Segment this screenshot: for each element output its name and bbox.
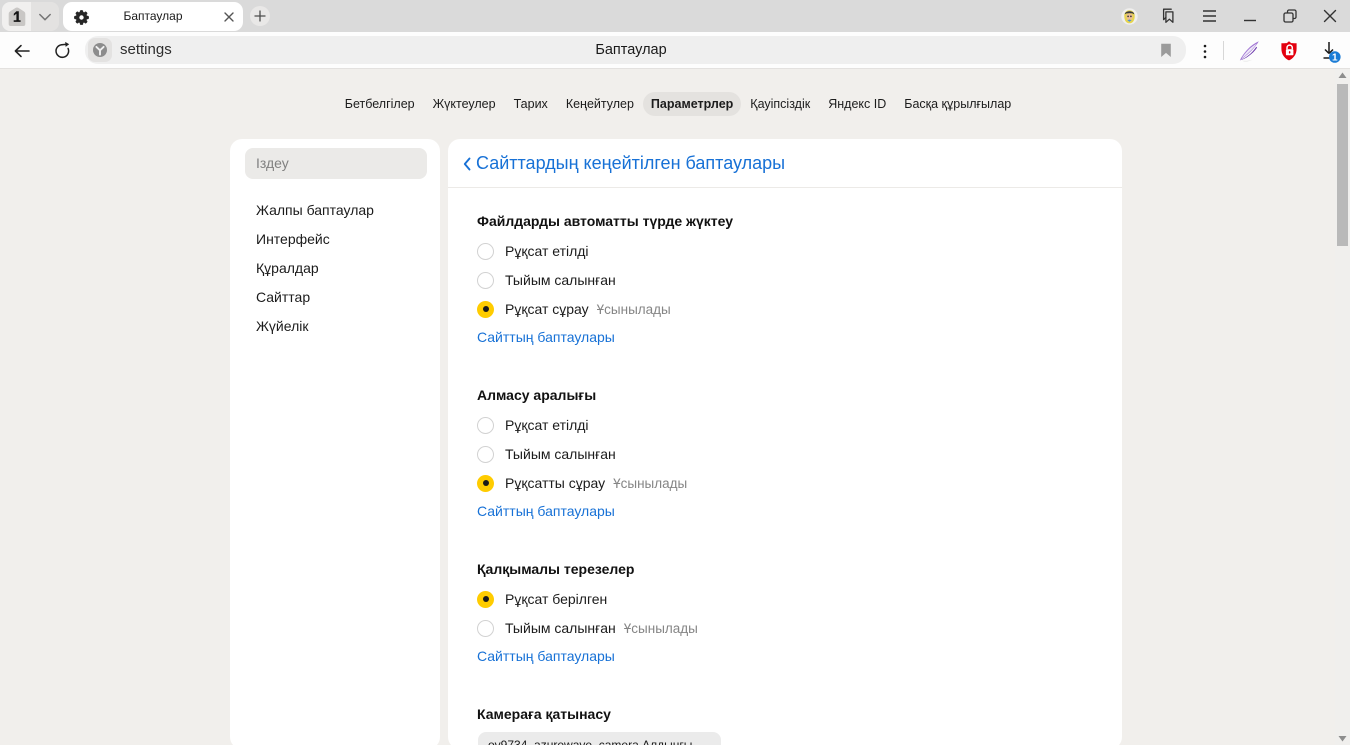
svg-text:1: 1 [1332,53,1338,64]
